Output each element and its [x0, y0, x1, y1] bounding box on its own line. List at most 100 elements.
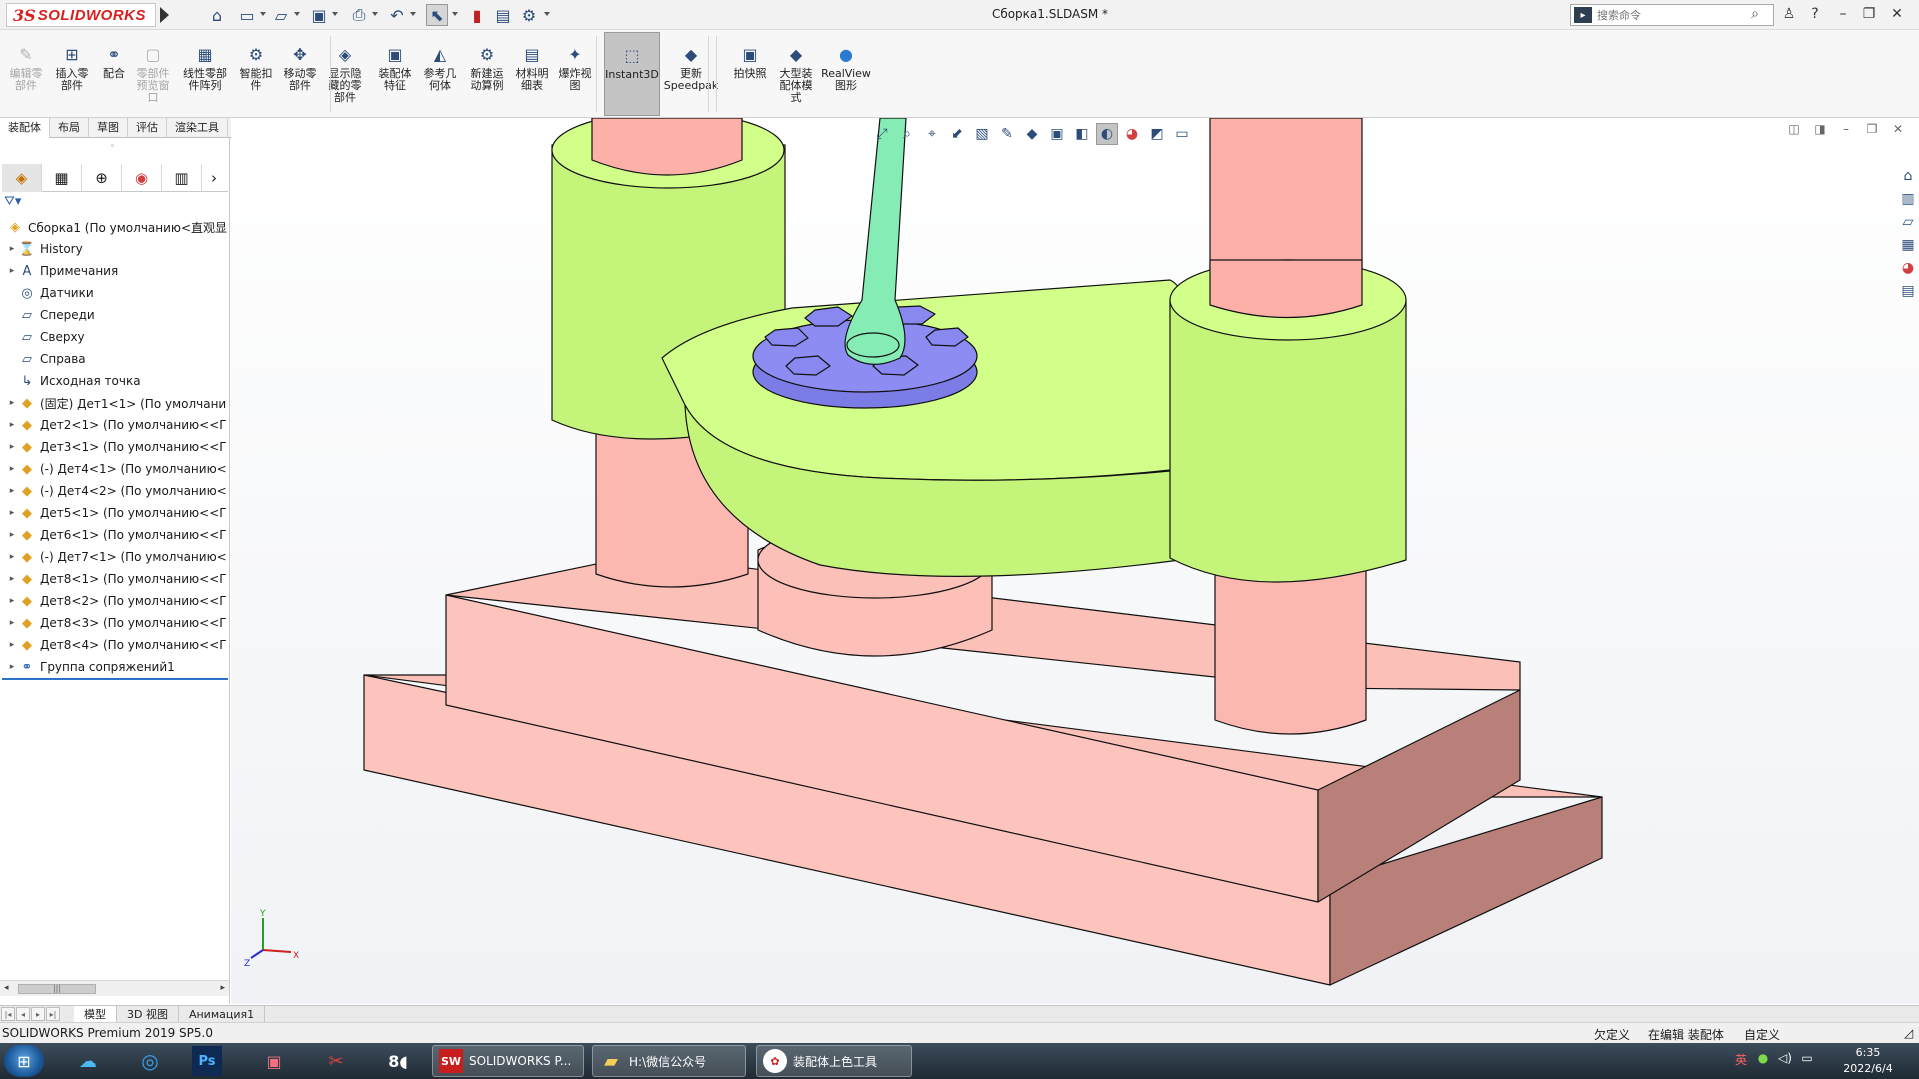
tree-item[interactable]: ▸ ◆ Дет3<1> (По умолчанию<<Г	[0, 436, 229, 458]
expand-arrow-icon[interactable]: ▸	[6, 244, 18, 254]
status-units[interactable]: 自定义	[1744, 1026, 1780, 1043]
cmd-bom-button[interactable]: ▤ 材料明 细表	[512, 32, 552, 116]
task-solidworks[interactable]: SW SOLIDWORKS P...	[432, 1045, 584, 1077]
cmd-reference-geometry-button[interactable]: ◭ 参考几 何体	[418, 32, 462, 116]
ime-icon[interactable]: 英	[1730, 1051, 1752, 1068]
design-library-icon[interactable]: ▥	[1897, 191, 1919, 213]
solidworks-resources-icon[interactable]: ⌂	[1897, 168, 1919, 190]
tree-item[interactable]: ▸ ◆ (固定) Дет1<1> (По умолчани	[0, 392, 229, 414]
horizontal-scrollbar[interactable]: ◂ ||| ▸	[0, 980, 229, 996]
viewport-close-icon[interactable]: ✕	[1885, 122, 1911, 140]
viewport-restore-icon[interactable]: ❐	[1859, 122, 1885, 140]
feature-manager-tab-icon[interactable]: ◈	[2, 164, 42, 192]
next-tab-icon[interactable]: ▸	[31, 1007, 45, 1021]
volume-icon[interactable]: ◁)	[1774, 1051, 1796, 1068]
cmd-exploded-view-button[interactable]: ✦ 爆炸视 图	[554, 32, 596, 116]
scroll-thumb[interactable]: |||	[18, 984, 96, 994]
view-settings-icon[interactable]: ◩	[1146, 123, 1168, 145]
expand-arrow-icon[interactable]: ▸	[6, 442, 18, 452]
menu-expand-icon[interactable]	[160, 7, 169, 23]
viewport-tile-left-icon[interactable]: ◫	[1781, 122, 1807, 140]
save-icon[interactable]: ▣	[308, 4, 330, 26]
tray-app-icon[interactable]: ●	[1752, 1051, 1774, 1068]
rebuild-icon[interactable]: ▮	[466, 4, 488, 26]
open-document-icon[interactable]: ▱	[270, 4, 292, 26]
expand-arrow-icon[interactable]: ▸	[6, 420, 18, 430]
tree-item[interactable]: ▱ Сверху	[0, 326, 229, 348]
tree-root-assembly[interactable]: ◈ Сборка1 (По умолчанию<直观显	[0, 216, 229, 238]
open-caret-icon[interactable]	[294, 12, 300, 16]
cmd-smart-fasteners-button[interactable]: ⚙ 智能扣 件	[236, 32, 276, 116]
expand-arrow-icon[interactable]: ▸	[6, 266, 18, 276]
cmd-linear-pattern-button[interactable]: ▦ 线性零部 件阵列	[178, 32, 232, 116]
options-icon[interactable]: ⚙	[518, 4, 540, 26]
app-icon[interactable]: ▣	[254, 1046, 294, 1076]
property-manager-tab-icon[interactable]: ▦	[42, 164, 82, 192]
new-caret-icon[interactable]	[260, 12, 266, 16]
task-color-tool[interactable]: ✿ 装配体上色工具	[756, 1045, 912, 1077]
expand-arrow-icon[interactable]: ▸	[6, 662, 18, 672]
expand-arrow-icon[interactable]: ▸	[6, 508, 18, 518]
expand-arrow-icon[interactable]: ▸	[6, 464, 18, 474]
last-tab-icon[interactable]: ▸|	[46, 1007, 60, 1021]
tree-item[interactable]: ▸ ◆ (-) Дет4<2> (По умолчанию<	[0, 480, 229, 502]
home-icon[interactable]: ⌂	[206, 4, 228, 26]
more-tabs-icon[interactable]: ›	[202, 164, 226, 192]
search-mode-icon[interactable]: ▸	[1574, 7, 1592, 23]
tab-3[interactable]: 评估	[128, 118, 167, 138]
tree-item[interactable]: ▸ ⌛ History	[0, 238, 229, 260]
cmd-component-preview-button[interactable]: ▢ 零部件 预览窗 口	[132, 32, 174, 116]
tree-item[interactable]: ▸ A Примечания	[0, 260, 229, 282]
tab-4[interactable]: 渲染工具	[167, 118, 228, 138]
previous-view-icon[interactable]: ⬋	[946, 123, 968, 145]
tree-item[interactable]: ▸ ◆ Дет6<1> (По умолчанию<<Г	[0, 524, 229, 546]
cmd-edit-component-button[interactable]: ✎ 编辑零 部件	[4, 32, 48, 116]
bottom-tab-0[interactable]: 模型	[74, 1005, 117, 1023]
cmd-assembly-features-button[interactable]: ▣ 装配体 特征	[374, 32, 416, 116]
configuration-manager-tab-icon[interactable]: ⊕	[82, 164, 122, 192]
photoshop-icon[interactable]: Ps	[192, 1046, 222, 1076]
panel-grip[interactable]: ◦	[110, 142, 115, 152]
expand-arrow-icon[interactable]: ▸	[6, 596, 18, 606]
cmd-motion-study-button[interactable]: ⚙ 新建运 动算例	[466, 32, 508, 116]
select-caret-icon[interactable]	[452, 12, 458, 16]
options-caret-icon[interactable]	[544, 12, 550, 16]
display-style-icon[interactable]: ▣	[1046, 123, 1068, 145]
hide-show-icon[interactable]: ◧	[1071, 123, 1093, 145]
tree-item[interactable]: ▸ ◆ Дет8<3> (По умолчанию<<Г	[0, 612, 229, 634]
monitor-icon[interactable]: ▭	[1171, 123, 1193, 145]
expand-arrow-icon[interactable]: ▸	[6, 574, 18, 584]
restore-icon[interactable]: ❐	[1858, 3, 1880, 25]
print-caret-icon[interactable]	[372, 12, 378, 16]
appearances-icon[interactable]: ◕	[1897, 260, 1919, 282]
tree-item[interactable]: ▸ ◆ Дет8<4> (По умолчанию<<Г	[0, 634, 229, 656]
tree-item[interactable]: ▸ ◆ Дет5<1> (По умолчанию<<Г	[0, 502, 229, 524]
expand-arrow-icon[interactable]: ▸	[6, 552, 18, 562]
section-view-icon[interactable]: ▧	[971, 123, 993, 145]
display-manager-tab-icon[interactable]: ◉	[122, 164, 162, 192]
expand-arrow-icon[interactable]: ▸	[6, 486, 18, 496]
solidworks-logo[interactable]: 3S SOLIDWORKS	[6, 3, 156, 27]
tool-icon[interactable]: ✂	[316, 1046, 356, 1076]
undo-icon[interactable]: ↶	[386, 4, 408, 26]
user-icon[interactable]: ♙	[1778, 3, 1800, 25]
cmd-move-component-button[interactable]: ✥ 移动零 部件	[280, 32, 320, 116]
help-icon[interactable]: ?	[1804, 3, 1826, 25]
task-folder[interactable]: ▰ H:\微信公众号	[592, 1045, 746, 1077]
expand-arrow-icon[interactable]: ▸	[6, 398, 18, 408]
scroll-right-icon[interactable]: ▸	[220, 983, 225, 993]
browser-icon[interactable]: ◎	[130, 1046, 170, 1076]
cmd-instant3d-button[interactable]: ⬚ Instant3D	[604, 32, 660, 116]
close-icon[interactable]: ✕	[1886, 3, 1908, 25]
tab-2[interactable]: 草图	[89, 118, 128, 138]
graphics-area[interactable]: ⤢ ⌕ ⌖ ⬋ ▧ ✎ ◆ ▣ ◧ ◐ ◕ ◩ ▭ ◫ ◨ – ❐ ✕ ⌂ ▥ …	[231, 118, 1919, 1004]
expand-arrow-icon[interactable]: ▸	[6, 618, 18, 628]
ocam-icon[interactable]: 8◖	[378, 1046, 418, 1076]
view-palette-icon[interactable]: ▦	[1897, 237, 1919, 259]
save-caret-icon[interactable]	[332, 12, 338, 16]
network-icon[interactable]: ▭	[1796, 1051, 1818, 1068]
first-tab-icon[interactable]: |◂	[1, 1007, 15, 1021]
search-commands[interactable]: ▸ ⌕	[1570, 4, 1774, 26]
tree-item[interactable]: ▱ Справа	[0, 348, 229, 370]
cmd-speedpak-button[interactable]: ◆ 更新 Speedpak	[664, 32, 719, 116]
